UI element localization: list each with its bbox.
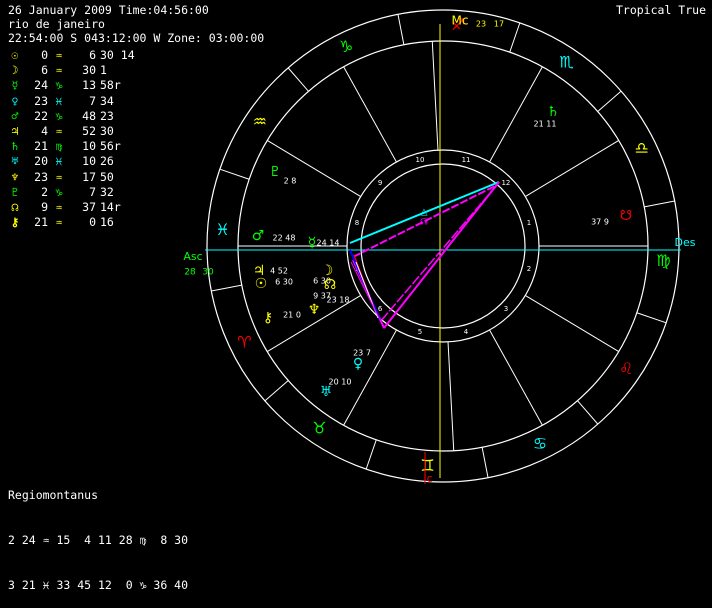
house-cusp-line (489, 329, 543, 426)
house-number: 8 (355, 219, 359, 227)
mc-degree: 23 (476, 20, 486, 29)
wheel-planet-position: 23 7 (353, 349, 371, 358)
wheel-planet-icon: ♄ (547, 104, 560, 120)
trine-aspect-line (379, 184, 498, 323)
wheel-planet-position: 4 52 (270, 267, 288, 276)
wheel-planet-icon: ♂ (252, 228, 265, 244)
house-cusp-line (343, 66, 397, 163)
aspect-symbol-icon: ☊ (420, 218, 428, 228)
sign-divider (211, 284, 242, 292)
wheel-planet-position: 20 10 (329, 378, 352, 387)
sign-divider (397, 14, 405, 45)
house-cusp-line (343, 329, 397, 426)
zodiac-sign-icon: ♓ (215, 220, 229, 239)
house-number: 2 (527, 265, 531, 273)
zodiac-sign-icon: ♏ (559, 52, 573, 71)
house-cusp-line (447, 341, 455, 451)
asc-minute: 30 (202, 268, 214, 278)
house-cusp-line (431, 41, 439, 151)
house-cusp-row: 3 21 ♓ 33 45 12 0 ♑ 36 40 (8, 578, 189, 592)
zodiac-sign-icon: ♈ (237, 332, 251, 351)
wheel-planet-icon: ☿ (308, 235, 317, 251)
trine-aspect-line (350, 261, 382, 323)
house-cusp-row: 2 24 ♒ 15 4 11 28 ♍ 8 30 (8, 533, 189, 547)
wheel-planet-position: 23 18 (327, 296, 350, 305)
wheel-planet-position: 6 30 (275, 278, 293, 287)
wheel-planet-icon: ☉ (255, 276, 268, 292)
zodiac-sign-icon: ♋ (533, 434, 547, 453)
house-number: 12 (501, 179, 510, 187)
wheel-planet-icon: ⚷ (263, 310, 273, 326)
wheel-planet-icon: ♀ (353, 356, 363, 372)
sign-divider (509, 22, 521, 53)
sign-divider (365, 439, 377, 470)
ic-label: Ic (423, 472, 432, 485)
sign-divider (636, 312, 667, 324)
des-label: Des (675, 236, 696, 249)
house-number: 3 (504, 305, 508, 313)
asc-degree: 28 (184, 268, 196, 278)
house-cusp-line (267, 139, 361, 197)
wheel-planet-position: 22 48 (273, 234, 296, 243)
zodiac-sign-icon: ♑ (339, 37, 353, 56)
zodiac-sign-icon: ♎ (634, 139, 648, 158)
chart-wheel: ♈♉♊♋♌♍♎♏♐♑♒♓123456789101112Mc2317Asc2830… (183, 9, 696, 485)
mc-label: Mc (452, 14, 469, 28)
house-number: 6 (378, 305, 383, 313)
mc-minute: 17 (494, 20, 504, 29)
aspect-symbol-icon: △ (421, 208, 428, 218)
wheel-planet-icon: ☋ (620, 208, 632, 224)
sign-divider (219, 168, 250, 180)
zodiac-sign-icon: ♍ (656, 251, 670, 270)
sign-divider (577, 400, 599, 425)
wheel-planet-icon: ♆ (308, 302, 321, 318)
house-number: 4 (464, 328, 469, 336)
wheel-planet-position: 24 14 (317, 239, 340, 248)
house-number: 1 (527, 219, 531, 227)
sign-divider (287, 67, 309, 92)
house-ring-inner (360, 163, 526, 329)
zodiac-sign-icon: ♉ (312, 419, 326, 438)
house-cusp-line (525, 295, 619, 353)
house-number: 11 (462, 156, 471, 164)
wheel-planet-icon: ♇ (269, 164, 282, 180)
asc-label: Asc (183, 250, 202, 263)
house-cusp-line (489, 66, 543, 163)
sign-divider (481, 447, 489, 478)
wheel-planet-position: 21 0 (283, 311, 301, 320)
sign-divider (597, 90, 622, 112)
zodiac-sign-icon: ♒ (253, 112, 267, 131)
house-number: 10 (416, 156, 425, 164)
zodiac-sign-icon: ♌ (619, 359, 633, 378)
house-number: 9 (378, 179, 382, 187)
house-number: 5 (418, 328, 422, 336)
wheel-planet-position: 2 8 (284, 177, 297, 186)
sign-divider (644, 200, 675, 208)
wheel-planet-position: 21 11 (534, 120, 557, 129)
sign-divider (264, 380, 289, 402)
house-cusp-line (525, 139, 619, 197)
wheel-planet-position: 37 9 (591, 218, 609, 227)
